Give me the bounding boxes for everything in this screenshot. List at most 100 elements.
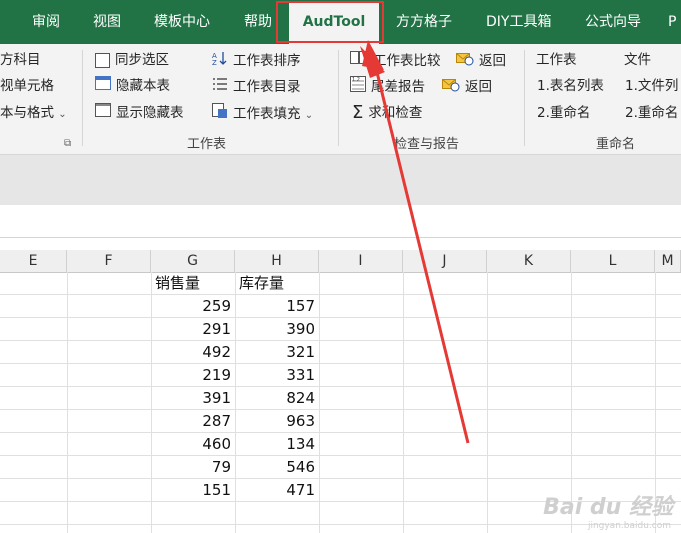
separator: [524, 50, 525, 146]
table-row: 287 963: [0, 410, 681, 433]
sheet-fill-button[interactable]: 工作表填充 ⌄: [212, 103, 313, 126]
table-row: 460 134: [0, 433, 681, 456]
cell-sales[interactable]: 492: [151, 341, 231, 364]
fill-icon: [212, 103, 228, 125]
ribbon-item-format[interactable]: 本与格式 ⌄: [0, 103, 67, 125]
show-sheet-icon: [95, 103, 111, 123]
ribbon-tab-bar: 审阅 视图 模板中心 帮助 AudTool 方方格子 DIY工具箱 公式向导 P: [0, 0, 681, 44]
hide-sheet-label: 隐藏本表: [116, 78, 170, 94]
toc-icon: [212, 76, 228, 98]
cell-sales[interactable]: 291: [151, 318, 231, 341]
sheet-fill-label: 工作表填充: [233, 106, 301, 122]
tab-review[interactable]: 审阅: [32, 0, 60, 44]
watermark-url: jingyan.baidu.com: [587, 521, 671, 531]
sheet-toc-button[interactable]: 工作表目录: [212, 76, 301, 98]
cell-sales[interactable]: 79: [151, 456, 231, 479]
hide-sheet-button[interactable]: 隐藏本表: [95, 76, 170, 96]
tab-fangfang-gezi[interactable]: 方方格子: [396, 0, 452, 44]
sync-select-button[interactable]: 同步选区: [95, 50, 169, 70]
back-button-2[interactable]: 返回: [442, 76, 492, 98]
rename-sheet-header: 工作表: [536, 52, 577, 68]
column-header-m[interactable]: M: [655, 250, 681, 272]
tab-formula-wizard[interactable]: 公式向导: [585, 0, 641, 44]
group-label-check-report: 检查与报告: [394, 137, 460, 152]
file-rename-button[interactable]: 2.重命名: [625, 103, 678, 123]
cell-stock[interactable]: 157: [235, 295, 315, 318]
dialog-launcher-icon[interactable]: ⧉: [64, 138, 71, 149]
sheet-toc-label: 工作表目录: [233, 79, 301, 95]
sigma-icon: Σ: [352, 102, 364, 123]
column-header-k[interactable]: K: [487, 250, 571, 272]
column-header-h[interactable]: H: [235, 250, 319, 272]
table-row: 492 321: [0, 341, 681, 364]
header-cell-stock[interactable]: 库存量: [239, 272, 284, 295]
sheet-compare-button[interactable]: 工作表比较: [350, 50, 441, 72]
table-row: 79 546: [0, 456, 681, 479]
cell-stock[interactable]: 963: [235, 410, 315, 433]
table-row: 391 824: [0, 387, 681, 410]
column-header-i[interactable]: I: [319, 250, 403, 272]
svg-text:Z: Z: [212, 59, 217, 66]
envelope-clock-icon: [456, 50, 474, 72]
group-label-sheet: 工作表: [187, 137, 227, 152]
cell-sales[interactable]: 151: [151, 479, 231, 502]
sheet-rename-button[interactable]: 2.重命名: [537, 103, 590, 123]
formula-bar[interactable]: [0, 205, 681, 238]
ribbon-panel: 方科目 视单元格 本与格式 ⌄ ⧉ 同步选区 隐藏本表 显示隐藏表 AZ 工作表…: [0, 44, 681, 155]
separator: [338, 50, 339, 146]
show-hidden-sheet-label: 显示隐藏表: [116, 105, 184, 121]
sum-check-label: 求和检查: [368, 105, 423, 121]
ribbon-item-subject[interactable]: 方科目: [0, 50, 41, 70]
ribbon-item-visible-cells[interactable]: 视单元格: [0, 76, 54, 96]
tab-view[interactable]: 视图: [93, 0, 121, 44]
chevron-down-icon: ⌄: [304, 110, 314, 121]
cell-stock[interactable]: 331: [235, 364, 315, 387]
tab-diy-toolbox[interactable]: DIY工具箱: [486, 0, 551, 44]
envelope-clock-icon: [442, 76, 460, 98]
sheet-name-list-button[interactable]: 1.表名列表: [537, 76, 604, 96]
cell-stock[interactable]: 321: [235, 341, 315, 364]
column-header-j[interactable]: J: [403, 250, 487, 272]
group-label-rename: 重命名: [596, 137, 636, 152]
cell-sales[interactable]: 391: [151, 387, 231, 410]
separator: [82, 50, 83, 146]
cell-stock[interactable]: 471: [235, 479, 315, 502]
tab-help[interactable]: 帮助: [244, 0, 272, 44]
header-cell-sales[interactable]: 销售量: [155, 272, 200, 295]
hide-sheet-icon: [95, 76, 111, 96]
sheet-sort-label: 工作表排序: [233, 53, 301, 69]
column-header-f[interactable]: F: [67, 250, 151, 272]
table-row: 291 390: [0, 318, 681, 341]
column-header-g[interactable]: G: [151, 250, 235, 272]
cell-sales[interactable]: 259: [151, 295, 231, 318]
sum-check-button[interactable]: Σ 求和检查: [352, 103, 422, 123]
cell-sales[interactable]: 219: [151, 364, 231, 387]
column-header-l[interactable]: L: [571, 250, 655, 272]
checkbox-icon: [95, 52, 110, 68]
tab-audtool[interactable]: AudTool: [289, 2, 379, 44]
ribbon-item-format-label: 本与格式: [0, 105, 54, 121]
cell-stock[interactable]: 390: [235, 318, 315, 341]
tab-template-center[interactable]: 模板中心: [154, 0, 210, 44]
column-header-row: E F G H I J K L M: [0, 250, 681, 273]
sync-select-label: 同步选区: [115, 52, 169, 68]
back-label-1: 返回: [479, 53, 506, 69]
table-row: 259 157: [0, 295, 681, 318]
compare-icon: [350, 50, 368, 72]
cell-sales[interactable]: 287: [151, 410, 231, 433]
cell-stock[interactable]: 134: [235, 433, 315, 456]
tab-overflow[interactable]: P: [668, 0, 676, 44]
sheet-sort-button[interactable]: AZ 工作表排序: [212, 50, 301, 72]
cell-stock[interactable]: 546: [235, 456, 315, 479]
show-hidden-sheet-button[interactable]: 显示隐藏表: [95, 103, 184, 123]
back-button-1[interactable]: 返回: [456, 50, 506, 72]
cell-sales[interactable]: 460: [151, 433, 231, 456]
toolbar-band: [0, 155, 681, 205]
file-name-list-button[interactable]: 1.文件列: [625, 76, 678, 96]
diff-report-button[interactable]: 1.2 尾差报告: [350, 76, 425, 98]
cell-stock[interactable]: 824: [235, 387, 315, 410]
table-row: 销售量 库存量: [0, 272, 681, 295]
column-header-e[interactable]: E: [0, 250, 67, 272]
chevron-down-icon: ⌄: [58, 109, 67, 120]
sort-icon: AZ: [212, 50, 228, 72]
